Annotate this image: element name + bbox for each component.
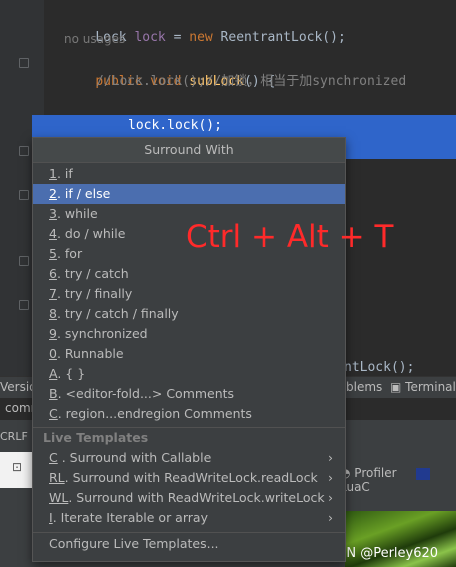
tab-terminal[interactable]: ▣ Terminal — [390, 380, 456, 394]
fold-marker-icon[interactable] — [19, 300, 29, 310]
menu-item-iterate-iterable[interactable]: I. Iterate Iterable or array › — [33, 508, 345, 528]
fold-marker-icon[interactable] — [19, 146, 29, 156]
surround-with-popup[interactable]: Surround With 1. if 2. if / else 3. whil… — [32, 137, 346, 562]
code-line-try: try { — [96, 93, 166, 133]
configure-live-templates[interactable]: Configure Live Templates... — [33, 534, 345, 554]
fold-marker-icon[interactable] — [19, 190, 29, 200]
menu-item-if[interactable]: 1. if — [33, 164, 345, 184]
profiler-button[interactable]: Profiler — [354, 466, 396, 480]
chevron-right-icon: › — [328, 470, 333, 485]
notification-icon: ⊡ — [12, 460, 23, 474]
menu-item-if-else[interactable]: 2. if / else — [33, 184, 345, 204]
tool-row: ◔ Profiler LuaC — [340, 466, 456, 494]
menu-item-braces[interactable]: A. { } — [33, 364, 345, 384]
tab-problems[interactable]: blems — [346, 380, 382, 394]
usages-hint[interactable]: no usages — [64, 28, 125, 50]
selected-code-line: lock.lock(); — [128, 118, 222, 133]
menu-item-try-finally[interactable]: 7. try / finally — [33, 284, 345, 304]
chevron-right-icon: › — [328, 450, 333, 465]
fold-marker-icon[interactable] — [19, 58, 29, 68]
tab-terminal-label: Terminal — [405, 380, 456, 394]
selection-highlight — [32, 115, 456, 137]
menu-item-synchronized[interactable]: 9. synchronized — [33, 324, 345, 344]
menu-divider — [33, 532, 345, 533]
chevron-right-icon: › — [328, 490, 333, 505]
menu-item-runnable[interactable]: 0. Runnable — [33, 344, 345, 364]
menu-item-surround-readlock[interactable]: RL. Surround with ReadWriteLock.readLock… — [33, 468, 345, 488]
menu-item-editor-fold-comments[interactable]: B. <editor-fold...> Comments — [33, 384, 345, 404]
luac-icon — [416, 467, 431, 480]
code-line-field: Lock lock = new ReentrantLock(); — [95, 30, 346, 45]
code-line-method: public void subLock() { — [95, 74, 276, 89]
popup-title: Surround With — [33, 138, 345, 163]
menu-divider — [33, 427, 345, 428]
code-comment: //Lock.lock();//加锁，相当于加synchronized — [96, 74, 407, 89]
menu-item-surround-writelock[interactable]: WL. Surround with ReadWriteLock.writeLoc… — [33, 488, 345, 508]
menu-item-try-catch-finally[interactable]: 8. try / catch / finally — [33, 304, 345, 324]
shortcut-annotation: Ctrl + Alt + T — [186, 219, 394, 255]
menu-item-try-catch[interactable]: 6. try / catch — [33, 264, 345, 284]
chevron-right-icon: › — [328, 510, 333, 525]
line-separator-status[interactable]: CRLF — [0, 430, 28, 443]
fold-marker-icon[interactable] — [19, 256, 29, 266]
menu-item-surround-callable[interactable]: C . Surround with Callable › — [33, 448, 345, 468]
menu-item-region-comments[interactable]: C. region...endregion Comments — [33, 404, 345, 424]
live-templates-header: Live Templates — [43, 430, 149, 445]
